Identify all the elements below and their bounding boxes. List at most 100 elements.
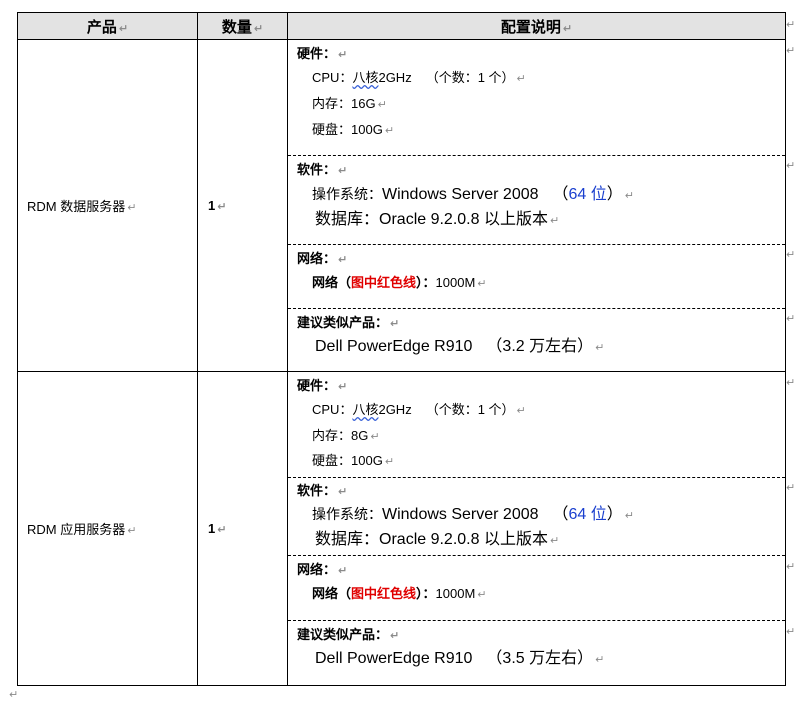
table-row: RDM 应用服务器 ↵ 1 ↵ 硬件： ↵ CPU：八核2GHz （个数：1 个） ↵ 内… — [17, 371, 786, 686]
suggest-price: （3.2 万左右） — [486, 338, 594, 355]
memory-value: 内存：16G — [312, 96, 376, 111]
row-end-mark: ↵ — [786, 313, 796, 325]
software-section: 软件： ↵ 操作系统：Windows Server 2008 （64 位） ↵ 数据库… — [288, 477, 785, 555]
cpu-row: CPU：八核2GHz （个数：1 个） ↵ — [297, 65, 785, 91]
db-label: 数据库： — [315, 531, 380, 548]
db-value: Oracle 9.2.0.8 以上版本 — [379, 211, 548, 228]
memory-value: 内存：8G — [312, 428, 369, 443]
software-title: 软件： ↵ — [297, 159, 785, 181]
os-row: 操作系统：Windows Server 2008 （64 位） ↵ — [297, 501, 785, 527]
os-bits: 64 位 — [568, 506, 607, 523]
cpu-value: 八核 — [352, 70, 379, 85]
disk-value: 硬盘：100G — [312, 453, 383, 468]
os-row: 操作系统：Windows Server 2008 （64 位） ↵ — [297, 181, 785, 207]
network-section: 网络： ↵ 网络（图中红色线）：1000M ↵ — [288, 555, 785, 620]
header-qty-text: 数量 — [221, 18, 252, 36]
network-label: 网络（ — [312, 275, 352, 290]
qty-cell: 1 ↵ — [197, 39, 288, 372]
paragraph-mark: ↵ — [377, 99, 387, 111]
product-cell: RDM 应用服务器 ↵ — [17, 371, 198, 686]
row-end-mark: ↵ — [786, 561, 796, 573]
suggest-title: 建议类似产品： ↵ — [297, 312, 785, 334]
db-row: 数据库：Oracle 9.2.0.8 以上版本 ↵ — [297, 207, 785, 233]
qty-value: 1 — [208, 521, 216, 536]
qty-value: 1 — [208, 198, 216, 213]
paragraph-mark: ↵ — [338, 381, 348, 393]
suggest-value: Dell PowerEdge R910 — [315, 650, 473, 667]
header-product-text: 产品 — [86, 18, 117, 36]
hardware-section: 硬件： ↵ CPU：八核2GHz （个数：1 个） ↵ 内存：16G ↵ 硬盘：100G… — [288, 40, 785, 155]
paragraph-mark: ↵ — [384, 125, 395, 137]
db-row: 数据库：Oracle 9.2.0.8 以上版本 ↵ — [297, 527, 785, 553]
header-qty: 数量 ↵ — [197, 12, 288, 40]
paragraph-mark: ↵ — [338, 49, 348, 61]
row-end-mark: ↵ — [786, 482, 796, 494]
os-bits-open: （ — [552, 506, 569, 523]
row-end-mark: ↵ — [786, 249, 796, 261]
paragraph-mark: ↵ — [370, 431, 380, 443]
paragraph-mark: ↵ — [217, 524, 227, 536]
header-config: 配置说明 ↵ — [287, 12, 786, 40]
os-label: 操作系统： — [312, 186, 382, 202]
paragraph-mark: ↵ — [127, 202, 137, 214]
memory-row: 内存：16G ↵ — [297, 91, 785, 117]
suggest-section: 建议类似产品： ↵ Dell PowerEdge R910 （3.5 万左右） ↵ — [288, 620, 785, 672]
cpu-value: 八核 — [352, 402, 379, 417]
paragraph-mark: ↵ — [390, 630, 400, 642]
paragraph-mark: ↵ — [127, 525, 137, 537]
suggest-title: 建议类似产品： ↵ — [297, 624, 785, 646]
network-red-note: 图中红色线 — [351, 586, 417, 601]
network-title: 网络： ↵ — [297, 559, 785, 581]
network-title: 网络： ↵ — [297, 248, 785, 270]
paragraph-mark: ↵ — [549, 535, 560, 547]
row-end-mark: ↵ — [786, 377, 796, 389]
suggest-value: Dell PowerEdge R910 — [315, 338, 473, 355]
table-row: RDM 数据服务器 ↵ 1 ↵ 硬件： ↵ CPU：八核2GHz （个数：1 个） ↵ 内… — [17, 39, 786, 372]
row-end-mark: ↵ — [786, 45, 796, 57]
document-end-mark: ↵ — [9, 689, 19, 701]
os-label: 操作系统： — [312, 506, 382, 522]
db-label: 数据库： — [315, 211, 380, 228]
hardware-title: 硬件： ↵ — [297, 43, 785, 65]
network-title-text: 网络： — [297, 562, 337, 577]
suggest-price: （3.5 万左右） — [486, 650, 594, 667]
network-row: 网络（图中红色线）：1000M ↵ — [297, 581, 785, 607]
paragraph-mark: ↵ — [384, 456, 395, 468]
paragraph-mark: ↵ — [338, 165, 348, 177]
disk-row: 硬盘：100G ↵ — [297, 449, 785, 473]
db-value: Oracle 9.2.0.8 以上版本 — [379, 531, 548, 548]
cpu-label: CPU： — [312, 402, 353, 417]
network-title-text: 网络： — [297, 251, 337, 266]
suggest-section: 建议类似产品： ↵ Dell PowerEdge R910 （3.2 万左右） ↵ — [288, 308, 785, 360]
paragraph-mark: ↵ — [562, 22, 573, 35]
network-close: ）： — [416, 275, 436, 290]
header-config-text: 配置说明 — [500, 18, 561, 36]
os-value: Windows Server 2008 — [382, 186, 539, 203]
paragraph-mark: ↵ — [338, 565, 348, 577]
hardware-title-text: 硬件： — [297, 46, 337, 61]
suggest-title-text: 建议类似产品： — [297, 627, 389, 642]
software-title-text: 软件： — [297, 483, 337, 498]
os-bits-close: ） — [606, 186, 623, 203]
hardware-title-text: 硬件： — [297, 378, 337, 393]
software-title: 软件： ↵ — [297, 481, 785, 501]
os-bits: 64 位 — [568, 186, 607, 203]
cpu-row: CPU：八核2GHz （个数：1 个） ↵ — [297, 397, 785, 423]
header-product: 产品 ↵ — [17, 12, 198, 40]
paragraph-mark: ↵ — [338, 486, 348, 498]
config-cell: 硬件： ↵ CPU：八核2GHz （个数：1 个） ↵ 内存：16G ↵ 硬盘：100G… — [287, 39, 786, 372]
os-bits-close: ） — [606, 506, 623, 523]
network-label: 网络（ — [312, 586, 352, 601]
paragraph-mark: ↵ — [595, 654, 605, 666]
paragraph-mark: ↵ — [624, 510, 635, 522]
network-speed: 1000M — [435, 586, 476, 601]
config-cell: 硬件： ↵ CPU：八核2GHz （个数：1 个） ↵ 内存：8G ↵ 硬盘：100G ↵… — [287, 371, 786, 686]
paragraph-mark: ↵ — [516, 73, 526, 85]
server-config-table: 产品 ↵ 数量 ↵ 配置说明 ↵ RDM 数据服务器 ↵ 1 ↵ 硬件： ↵ CPU：八核2… — [17, 12, 786, 686]
product-name: RDM 数据服务器 — [27, 199, 126, 214]
cpu-count: （个数：1 个） — [425, 70, 515, 85]
network-row: 网络（图中红色线）：1000M ↵ — [297, 270, 785, 296]
row-end-mark: ↵ — [786, 19, 796, 31]
hardware-title: 硬件： ↵ — [297, 375, 785, 397]
paragraph-mark: ↵ — [516, 405, 526, 417]
